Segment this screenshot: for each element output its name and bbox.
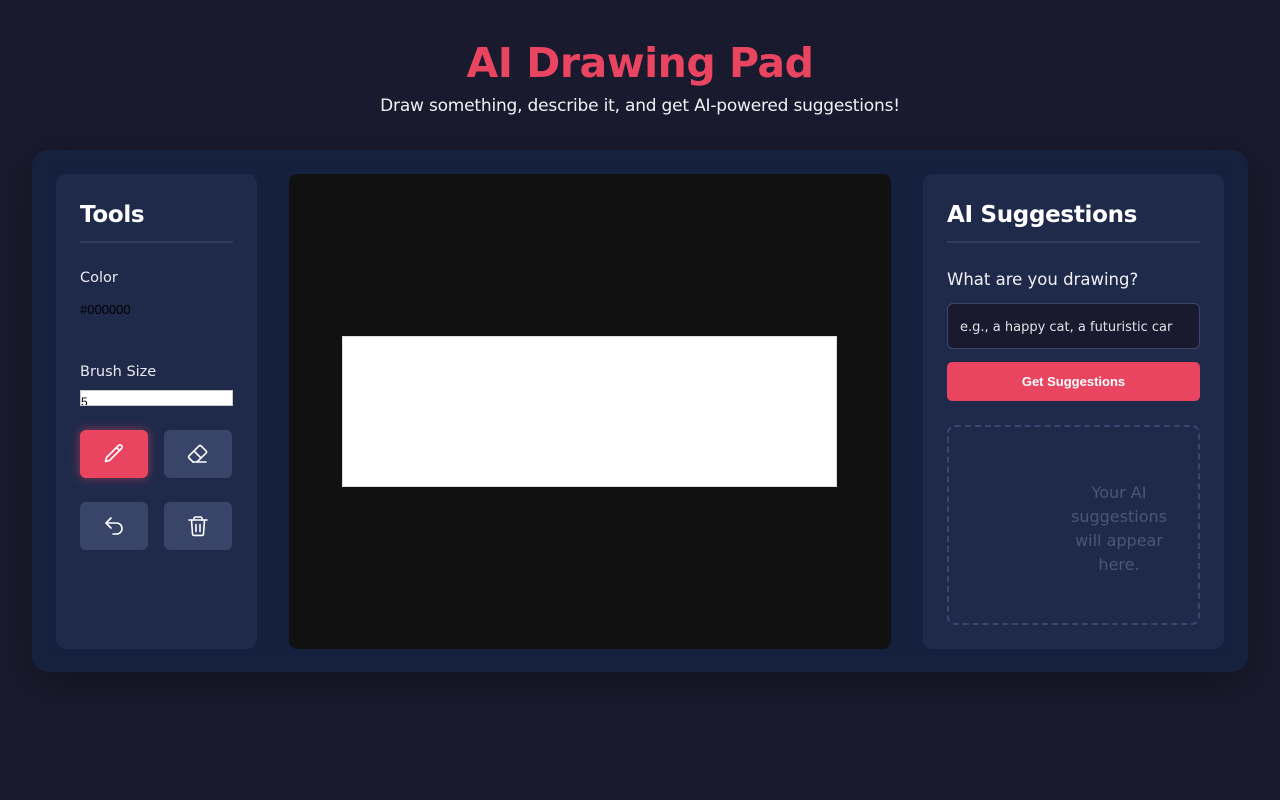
drawing-canvas[interactable] — [342, 336, 837, 487]
clear-button[interactable] — [164, 502, 232, 550]
trash-icon — [188, 516, 208, 537]
tools-title: Tools — [80, 202, 145, 228]
undo-icon — [105, 517, 123, 535]
color-picker[interactable]: #000000 — [80, 302, 131, 317]
tools-panel: Tools Color #000000 Brush Size 5 — [56, 174, 257, 649]
brush-size-label: Brush Size — [80, 364, 157, 380]
drawing-description-input[interactable]: e.g., a happy cat, a futuristic car — [947, 303, 1200, 349]
app-subtitle: Draw something, describe it, and get AI-… — [380, 96, 900, 116]
eraser-icon — [187, 444, 208, 463]
color-label: Color — [80, 270, 118, 286]
pencil-icon — [104, 444, 123, 463]
page-header: AI Drawing Pad Draw something, describe … — [0, 0, 1280, 118]
suggestions-output: Your AI suggestions will appear here. — [947, 425, 1200, 625]
divider — [947, 241, 1200, 243]
divider — [80, 241, 233, 243]
drawing-description-label: What are you drawing? — [947, 270, 1139, 289]
pencil-button[interactable] — [80, 430, 148, 478]
eraser-button[interactable] — [164, 430, 232, 478]
canvas-area — [289, 174, 891, 649]
get-suggestions-button[interactable]: Get Suggestions — [947, 362, 1200, 401]
suggestions-placeholder: Your AI suggestions will appear here. — [1071, 483, 1167, 574]
ai-suggestions-panel: AI Suggestions What are you drawing? e.g… — [923, 174, 1224, 649]
app-title: AI Drawing Pad — [466, 39, 814, 87]
ai-suggestions-title: AI Suggestions — [947, 202, 1138, 228]
brush-size-input[interactable]: 5 — [80, 390, 233, 406]
undo-button[interactable] — [80, 502, 148, 550]
